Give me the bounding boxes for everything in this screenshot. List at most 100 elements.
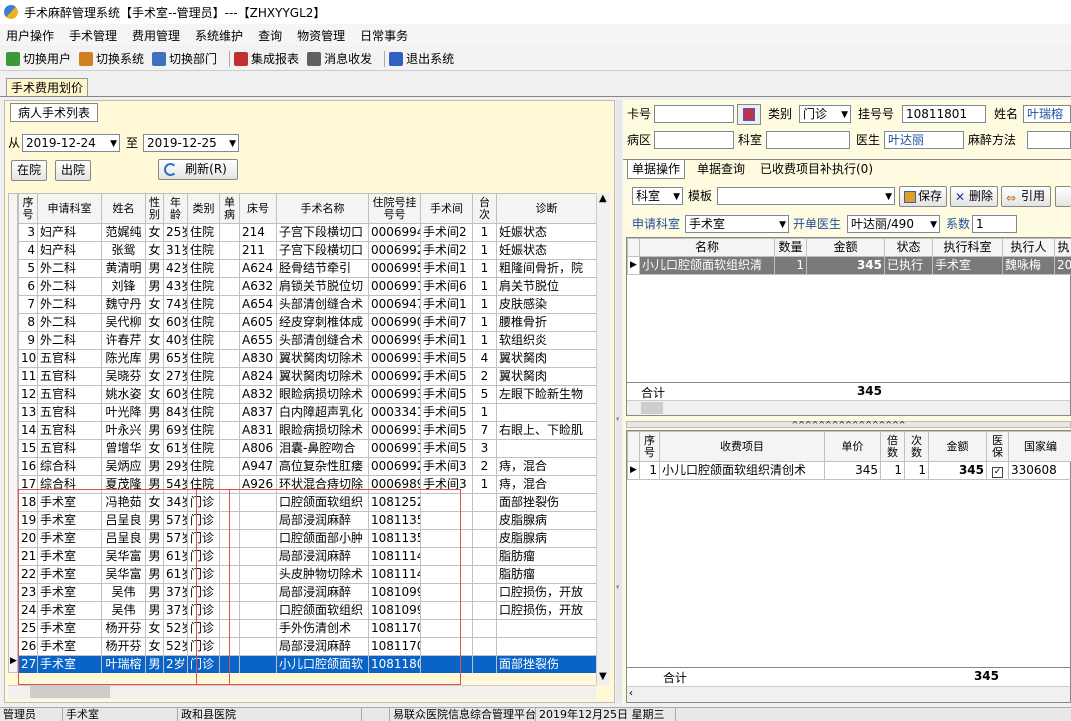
scroll-down-icon[interactable]: ▼ [599,671,607,682]
table-row[interactable]: ▶ 1 小儿口腔颌面软组织清创术 345 1 1 345 ✓ 330608 [627,461,1071,480]
cite-button[interactable]: ⇔ 引用 [1001,186,1051,207]
splitter-arrow-icon-2[interactable]: ‹ [616,582,619,591]
column-header[interactable]: 序号 [18,193,38,224]
patient-table-vscroll[interactable]: ▲ ▼ [596,193,610,685]
tab-surgery-fee[interactable]: 手术费用划价 [6,78,88,97]
menu-item-6[interactable]: 日常事务 [360,27,408,44]
menu-item-1[interactable]: 手术管理 [69,27,117,44]
template-select[interactable] [717,187,895,205]
refresh-button[interactable]: 刷新(R) [158,159,238,180]
column-header[interactable]: 床号 [239,193,277,224]
vertical-splitter[interactable]: ‹ ‹ [616,100,622,703]
anes-input[interactable] [1027,131,1071,149]
name-input[interactable]: 叶瑞榕 [1023,105,1071,123]
top-grid-hscroll[interactable] [627,400,1070,415]
in-hospital-button[interactable]: 在院 [11,160,47,181]
column-header[interactable]: 台次 [472,193,497,224]
column-header[interactable]: 名称 [639,238,775,257]
column-header[interactable]: 执行人 [1002,238,1055,257]
column-header[interactable]: 金额 [806,238,885,257]
out-hospital-button[interactable]: 出院 [55,160,91,181]
scroll-left-icon[interactable]: ‹ [629,688,633,699]
toolbar-button-3[interactable]: 集成报表 [234,50,299,67]
column-header[interactable]: 执行科室 [932,238,1003,257]
toolbar-button-5[interactable]: 退出系统 [389,50,454,67]
column-header[interactable]: 性别 [145,193,164,224]
toolbar-button-1[interactable]: 切换系统 [79,50,144,67]
table-row[interactable]: 6外二科刘锋男43岁住院 A632肩锁关节脱位切0006991手术间61肩关节脱位 [18,277,596,296]
menu-item-0[interactable]: 用户操作 [6,27,54,44]
tab-right-1[interactable]: 单据查询 [693,160,749,179]
column-header[interactable]: 状态 [884,238,933,257]
table-row[interactable]: ▶ 小儿口腔颌面软组织清 1 345 已执行 手术室 魏咏梅 20 [627,256,1071,275]
card-reader-button[interactable] [737,104,761,125]
column-header[interactable]: 住院号挂号号 [368,193,421,224]
table-row[interactable]: 8外二科吴代柳女60岁住院 A605经皮穿刺椎体成0006990手术间71腰椎骨折 [18,313,596,332]
more-button[interactable] [1055,186,1071,207]
delete-button[interactable]: ✕ 删除 [950,186,998,207]
menu-item-4[interactable]: 查询 [258,27,282,44]
hscroll-thumb[interactable] [30,686,110,698]
column-header[interactable]: 手术间 [420,193,473,224]
splitter-arrow-icon[interactable]: ‹ [616,414,619,423]
table-row[interactable]: 4妇产科张鸳女31岁住院 211子宫下段横切口0006992手术间21妊娠状态 [18,241,596,260]
column-header[interactable]: 次数 [904,431,929,462]
top-hscroll-thumb[interactable] [641,402,663,414]
tab-patient-list[interactable]: 病人手术列表 [10,103,98,122]
apply-dept-select[interactable]: 手术室 [685,215,789,233]
column-header[interactable]: 姓名 [101,193,146,224]
table-row[interactable]: 3妇产科范娓纯女25岁住院 214子宫下段横切口0006994手术间21妊娠状态 [18,223,596,242]
table-row[interactable]: 11五官科吴晓芬女27岁住院 A824翼状胬肉切除术0006992手术间52翼状胬… [18,367,596,386]
dept-input[interactable] [766,131,850,149]
column-header[interactable]: 申请科室 [37,193,102,224]
column-header[interactable]: 倍数 [880,431,905,462]
column-header[interactable]: 收费项目 [659,431,825,462]
bill-doctor-select[interactable]: 叶达丽/490 [847,215,940,233]
column-header[interactable]: 单价 [824,431,881,462]
menu-item-2[interactable]: 费用管理 [132,27,180,44]
menu-item-5[interactable]: 物资管理 [297,27,345,44]
patient-table-hscroll[interactable] [8,685,596,699]
table-row[interactable]: 10五官科陈光库男65岁住院 A830翼状胬肉切除术0006993手术间54翼状胬… [18,349,596,368]
area-input[interactable] [654,131,734,149]
table-row[interactable]: 12五官科姚水姿女60岁住院 A832眼睑病损切除术0006993手术间55左眼下… [18,385,596,404]
column-header[interactable]: 类别 [187,193,220,224]
column-header[interactable]: 执 [1054,238,1071,257]
toolbar-button-0[interactable]: 切换用户 [6,50,71,67]
column-header[interactable]: 国家编 [1008,431,1071,462]
reg-input[interactable]: 10811801 [902,105,986,123]
column-header[interactable]: 诊断 [496,193,596,224]
scroll-up-icon[interactable]: ▲ [599,193,607,204]
table-row[interactable]: 14五官科叶永兴男69岁住院 A831眼睑病损切除术0006993手术间57右眼上… [18,421,596,440]
column-header[interactable]: 手术名称 [276,193,369,224]
from-date-picker[interactable]: 2019-12-24 [22,134,120,152]
column-header[interactable]: 年龄 [163,193,188,224]
horizontal-splitter[interactable]: ^^^^^^^^^^^^^^^^^ [626,421,1071,429]
toolbar-button-4[interactable]: 消息收发 [307,50,372,67]
checkbox-checked-icon[interactable]: ✓ [992,467,1003,478]
menu-item-3[interactable]: 系统维护 [195,27,243,44]
table-row[interactable]: 9外二科许春芹女40岁住院 A655头部清创缝合术0006999手术间11软组织炎 [18,331,596,350]
class-select[interactable]: 门诊 [799,105,851,123]
tab-right-2[interactable]: 已收费项目补执行(0) [756,160,877,179]
table-row[interactable]: 13五官科叶光降男84岁住院 A837白内障超声乳化0003341手术间51 [18,403,596,422]
column-header[interactable]: 数量 [774,238,807,257]
table-row[interactable]: 5外二科黄清明男42岁住院 A624胫骨结节牵引0006995手术间11粗隆间骨折… [18,259,596,278]
doctor-input[interactable]: 叶达丽 [884,131,964,149]
coef-stepper[interactable]: 1 [972,215,1017,233]
toolbar-button-2[interactable]: 切换部门 [152,50,217,67]
column-header[interactable]: 序号 [639,431,660,462]
to-date-picker[interactable]: 2019-12-25 [143,134,239,152]
tab-right-0[interactable]: 单据操作 [627,160,686,179]
table-row[interactable]: 7外二科魏守丹女74岁住院 A654头部清创缝合术0006947手术间11皮肤感染 [18,295,596,314]
table-row[interactable]: 16综合科吴炳应男29岁住院 A947高位复杂性肛瘘0006992手术间32痔，混… [18,457,596,476]
insurance-checkbox-cell[interactable]: ✓ [986,461,1009,480]
card-input[interactable] [654,105,734,123]
bottom-grid-hscroll[interactable]: ‹ [627,686,1070,702]
column-header[interactable]: 单病 [219,193,240,224]
column-header[interactable]: 医保 [986,431,1009,462]
dept-combo[interactable]: 科室 [632,187,683,205]
save-button[interactable]: 保存 [899,186,947,207]
column-header[interactable]: 金额 [928,431,987,462]
table-row[interactable]: 15五官科曾增华女61岁住院 A806泪囊-鼻腔吻合0006991手术间53 [18,439,596,458]
